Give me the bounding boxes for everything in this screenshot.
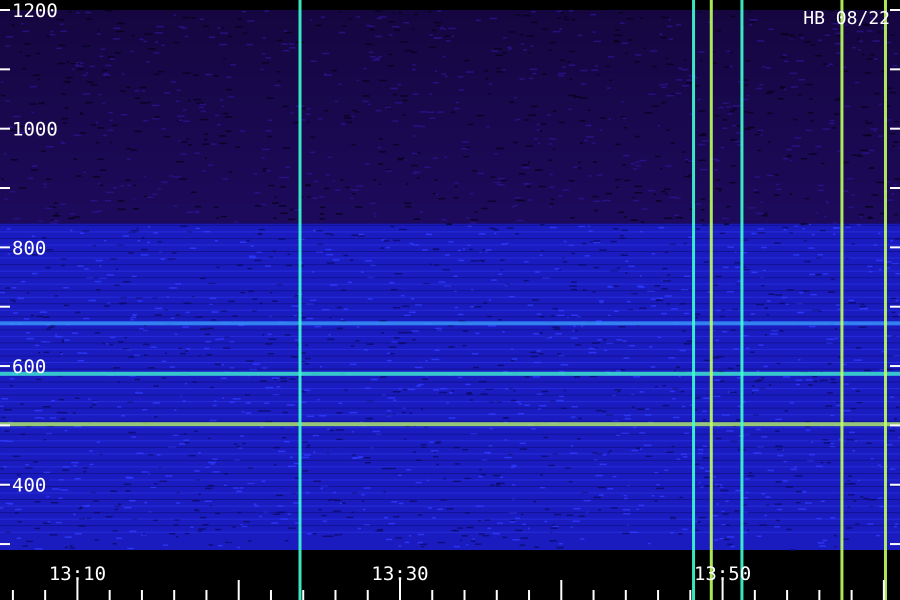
plot-area — [0, 0, 900, 600]
y-tick-label: 1200 — [12, 0, 58, 22]
y-tick-label: 1000 — [12, 119, 58, 141]
x-tick-label: 13:50 — [694, 563, 751, 585]
x-tick-label: 13:10 — [49, 563, 106, 585]
y-tick-label: 800 — [12, 237, 46, 259]
vertical-event — [692, 0, 696, 600]
vertical-event — [298, 0, 302, 600]
horizontal-band — [0, 422, 900, 427]
y-tick-label: 400 — [12, 475, 46, 497]
spectrogram-chart: 1200 1000 800 600 400 13:10 13:30 13:50 HB 08/2… — [0, 0, 900, 600]
vertical-event — [709, 0, 713, 600]
vertical-event — [883, 0, 887, 600]
quiet-region — [0, 10, 900, 224]
horizontal-band — [0, 321, 900, 326]
vertical-event — [840, 0, 844, 600]
horizontal-band — [0, 371, 900, 376]
y-tick-label: 600 — [12, 356, 46, 378]
vertical-event — [740, 0, 744, 600]
x-tick-label: 13:30 — [371, 563, 428, 585]
station-label: HB 08/22 — [803, 8, 890, 29]
